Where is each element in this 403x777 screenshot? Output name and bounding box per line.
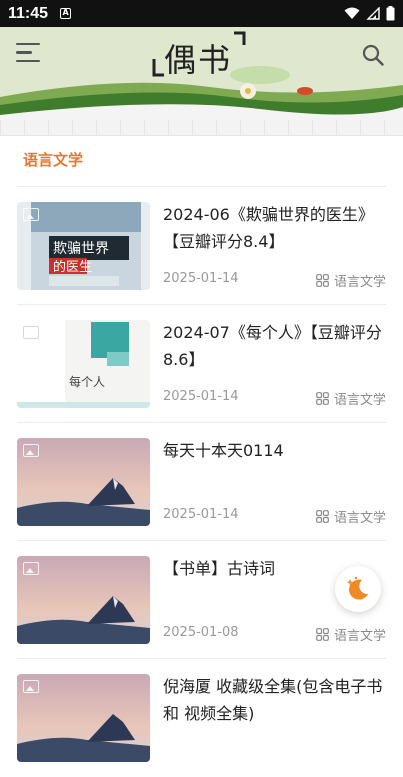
image-placeholder-icon [23, 444, 39, 457]
svg-text:欺骗世界: 欺骗世界 [53, 241, 109, 257]
logo-text: 偶书 [164, 41, 233, 79]
wifi-icon [344, 7, 360, 19]
signal-icon [366, 7, 380, 20]
status-icons [344, 6, 395, 21]
list-item[interactable]: 欺骗世界 的医生 2024-06《欺骗世界的医生》【豆瓣评分8.4】 2025-… [17, 187, 386, 305]
image-placeholder-icon [23, 208, 39, 221]
category-label: 语言文学 [333, 275, 386, 290]
svg-text:每个人: 每个人 [69, 374, 105, 389]
menu-icon-line [16, 51, 32, 54]
category-grid-icon [316, 392, 329, 405]
category-label: 语言文学 [333, 629, 386, 644]
item-date: 2025-01-14 [163, 389, 239, 404]
menu-button[interactable] [16, 43, 40, 65]
list-item[interactable]: 倪海厦 收藏级全集(包含电子书 和 视频全集) [17, 659, 386, 777]
item-title: 倪海厦 收藏级全集(包含电子书 和 视频全集) [163, 677, 383, 723]
thumbnail-mountain [17, 438, 150, 526]
night-mode-button[interactable] [335, 566, 381, 612]
list-item[interactable]: 【书单】古诗词 2025-01-08 语言文学 [17, 541, 386, 659]
item-date: 2025-01-14 [163, 507, 239, 522]
thumbnail-book-doctor: 欺骗世界 的医生 [17, 202, 150, 290]
article-list: 欺骗世界 的医生 2024-06《欺骗世界的医生》【豆瓣评分8.4】 2025-… [17, 187, 386, 777]
category-grid-icon [316, 274, 329, 287]
thumbnail-book-everyman: 每个人 [17, 320, 150, 408]
list-item[interactable]: 每天十本天0114 2025-01-14 语言文学 [17, 423, 386, 541]
menu-icon-line [16, 59, 40, 63]
menu-icon-line [16, 43, 40, 46]
item-category[interactable]: 语言文学 [316, 389, 386, 408]
moon-night-mode-icon [346, 576, 368, 600]
item-category[interactable]: 语言文学 [316, 271, 386, 290]
category-label: 语言文学 [333, 393, 386, 408]
item-category[interactable]: 语言文学 [316, 507, 386, 526]
image-placeholder-icon [23, 326, 39, 339]
thumbnail-mountain [17, 674, 150, 762]
item-title: 2024-07《每个人》【豆瓣评分8.6】 [163, 323, 382, 369]
item-category[interactable]: 语言文学 [316, 625, 386, 644]
app-logo: 偶书 [150, 31, 250, 79]
thumbnail-mountain [17, 556, 150, 644]
search-button[interactable] [361, 43, 385, 67]
category-grid-icon [316, 628, 329, 641]
list-item[interactable]: 每个人 2024-07《每个人》【豆瓣评分8.6】 2025-01-14 语言文… [17, 305, 386, 423]
section-title: 语言文学 [23, 151, 84, 169]
status-time: 11:45 [8, 4, 49, 22]
status-bar: 11:45 A [0, 0, 403, 27]
battery-icon [386, 6, 395, 21]
item-title: 每天十本天0114 [163, 441, 284, 460]
svg-text:的医生: 的医生 [53, 259, 92, 275]
item-date: 2025-01-14 [163, 271, 239, 286]
item-title: 2024-06《欺骗世界的医生》【豆瓣评分8.4】 [163, 205, 374, 251]
app-header: 偶书 [0, 27, 403, 120]
a-icon: A [60, 8, 72, 19]
image-placeholder-icon [23, 562, 39, 575]
category-grid-icon [316, 510, 329, 523]
category-label: 语言文学 [333, 511, 386, 526]
item-date: 2025-01-08 [163, 625, 239, 640]
image-placeholder-icon [23, 680, 39, 693]
decorative-strip [0, 120, 403, 136]
search-icon [362, 44, 384, 66]
